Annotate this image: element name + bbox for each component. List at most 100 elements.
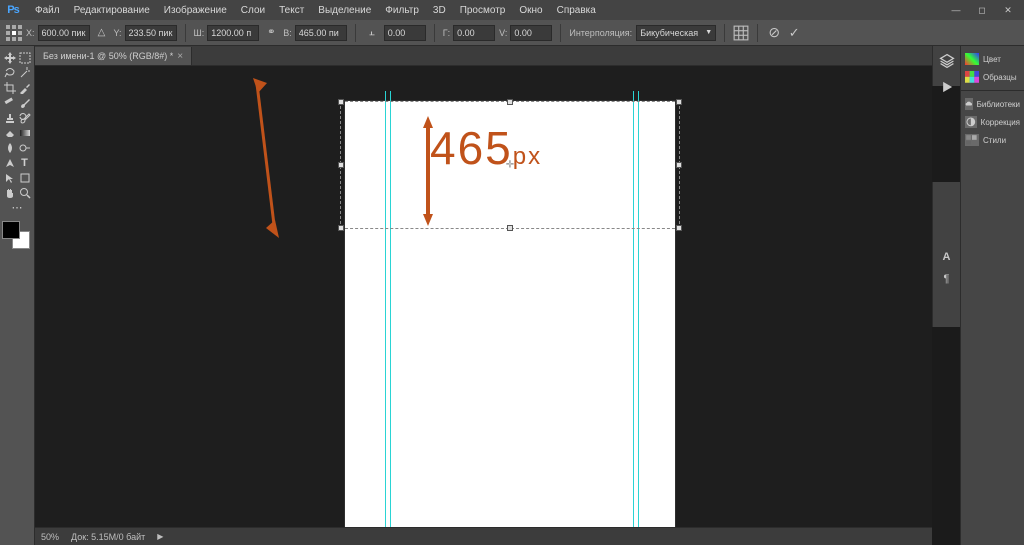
h-input[interactable] <box>295 25 347 41</box>
marquee-tool[interactable] <box>17 50 32 65</box>
hskew-label: Г: <box>443 28 450 38</box>
eyedropper-tool[interactable] <box>17 80 32 95</box>
menu-text[interactable]: Текст <box>272 2 311 19</box>
play-panel-icon[interactable] <box>938 78 956 96</box>
menu-edit[interactable]: Редактирование <box>67 2 157 19</box>
separator <box>434 24 435 42</box>
delta-icon[interactable]: △ <box>94 25 110 41</box>
warp-mode-icon[interactable] <box>733 25 749 41</box>
transform-selection[interactable]: ✛ <box>340 101 680 229</box>
pen-tool[interactable] <box>2 155 17 170</box>
h-label: В: <box>283 28 292 38</box>
collapsed-panel-strip-1 <box>932 46 960 86</box>
menu-file[interactable]: Файл <box>28 2 67 19</box>
document-tab[interactable]: Без имени-1 @ 50% (RGB/8#) * × <box>35 47 192 65</box>
swatches-icon <box>965 71 979 83</box>
x-input[interactable] <box>38 25 90 41</box>
transform-handle[interactable] <box>676 99 682 105</box>
toolbox: T ⋯ <box>0 46 35 545</box>
stamp-tool[interactable] <box>2 110 17 125</box>
blur-tool[interactable] <box>2 140 17 155</box>
color-panel-button[interactable]: Цвет <box>961 50 1024 68</box>
transform-handle[interactable] <box>507 225 513 231</box>
minimize-button[interactable]: — <box>944 2 968 18</box>
layers-panel-icon[interactable] <box>938 52 956 70</box>
angle-input[interactable] <box>384 25 426 41</box>
separator <box>185 24 186 42</box>
libraries-panel-button[interactable]: Библиотеки <box>961 95 1024 113</box>
panel-label: Коррекция <box>981 118 1020 127</box>
link-aspect-icon[interactable]: ⚭ <box>263 25 279 41</box>
transform-handle[interactable] <box>338 225 344 231</box>
main-layout: T ⋯ Без имени-1 @ 50% (RGB/8#) * × <box>0 46 1024 545</box>
menu-filter[interactable]: Фильтр <box>378 2 426 19</box>
gradient-tool[interactable] <box>17 125 32 140</box>
height-group: В: <box>283 25 347 41</box>
annotation-height-arrow <box>420 116 436 226</box>
chevron-down-icon: ▼ <box>705 29 712 36</box>
lasso-tool[interactable] <box>2 65 17 80</box>
app-logo: Ps <box>4 3 22 17</box>
vskew-input[interactable] <box>510 25 552 41</box>
transform-handle[interactable] <box>338 99 344 105</box>
right-dock: A ¶ Цвет Образцы <box>932 46 1024 545</box>
adjustments-panel-button[interactable]: Коррекция <box>961 113 1024 131</box>
doc-info[interactable]: Док: 5.15M/0 байт <box>71 532 145 542</box>
close-button[interactable]: ✕ <box>996 2 1020 18</box>
anchor-point-icon[interactable] <box>6 25 22 41</box>
menu-3d[interactable]: 3D <box>426 2 453 19</box>
zoom-tool[interactable] <box>17 185 32 200</box>
canvas-viewport[interactable]: ✛ 465px <box>35 66 932 527</box>
hand-tool[interactable] <box>2 185 17 200</box>
w-input[interactable] <box>207 25 259 41</box>
transform-handle[interactable] <box>507 99 513 105</box>
color-icon <box>965 53 979 65</box>
y-input[interactable] <box>125 25 177 41</box>
move-tool[interactable] <box>2 50 17 65</box>
hskew-group: Г: <box>443 25 495 41</box>
styles-panel-button[interactable]: Стили <box>961 131 1024 149</box>
interpolation-dropdown[interactable]: Бикубическая ▼ <box>636 25 716 41</box>
brush-tool[interactable] <box>17 95 32 110</box>
collapsed-panel-strip-2: A ¶ <box>932 182 960 327</box>
magic-wand-tool[interactable] <box>17 65 32 80</box>
path-select-tool[interactable] <box>2 170 17 185</box>
menu-layers[interactable]: Слои <box>234 2 272 19</box>
paragraph-panel-icon[interactable]: ¶ <box>944 273 950 285</box>
type-tool[interactable]: T <box>17 155 32 170</box>
history-brush-tool[interactable] <box>17 110 32 125</box>
transform-handle[interactable] <box>676 225 682 231</box>
angle-icon: ⫠ <box>364 25 380 41</box>
transform-handle[interactable] <box>676 162 682 168</box>
width-group: Ш: <box>194 25 260 41</box>
y-position-group: Y: <box>114 25 177 41</box>
menu-image[interactable]: Изображение <box>157 2 234 19</box>
menu-window[interactable]: Окно <box>512 2 549 19</box>
commit-transform-icon[interactable]: ✓ <box>786 25 802 41</box>
separator <box>355 24 356 42</box>
heal-tool[interactable] <box>2 95 17 110</box>
foreground-color-swatch[interactable] <box>2 221 20 239</box>
close-tab-icon[interactable]: × <box>177 51 183 62</box>
zoom-level[interactable]: 50% <box>41 532 59 542</box>
edit-toolbar-icon[interactable]: ⋯ <box>2 200 32 215</box>
hskew-input[interactable] <box>453 25 495 41</box>
chevron-right-icon[interactable]: ▶ <box>157 532 163 541</box>
maximize-button[interactable]: ◻ <box>970 2 994 18</box>
crop-tool[interactable] <box>2 80 17 95</box>
dodge-tool[interactable] <box>17 140 32 155</box>
menu-select[interactable]: Выделение <box>311 2 378 19</box>
menu-help[interactable]: Справка <box>550 2 603 19</box>
color-swatches[interactable] <box>2 221 30 249</box>
eraser-tool[interactable] <box>2 125 17 140</box>
transform-handle[interactable] <box>338 162 344 168</box>
shape-tool[interactable] <box>17 170 32 185</box>
swatches-panel-button[interactable]: Образцы <box>961 68 1024 86</box>
character-panel-icon[interactable]: A <box>943 251 951 263</box>
menu-view[interactable]: Просмотр <box>453 2 513 19</box>
panel-stack: Цвет Образцы Библиотеки Коррекция <box>960 46 1024 545</box>
transform-center-icon[interactable]: ✛ <box>506 160 514 171</box>
tab-title: Без имени-1 @ 50% (RGB/8#) * <box>43 51 173 61</box>
cancel-transform-icon[interactable]: ⊘ <box>766 25 782 41</box>
cloud-icon <box>965 98 973 110</box>
